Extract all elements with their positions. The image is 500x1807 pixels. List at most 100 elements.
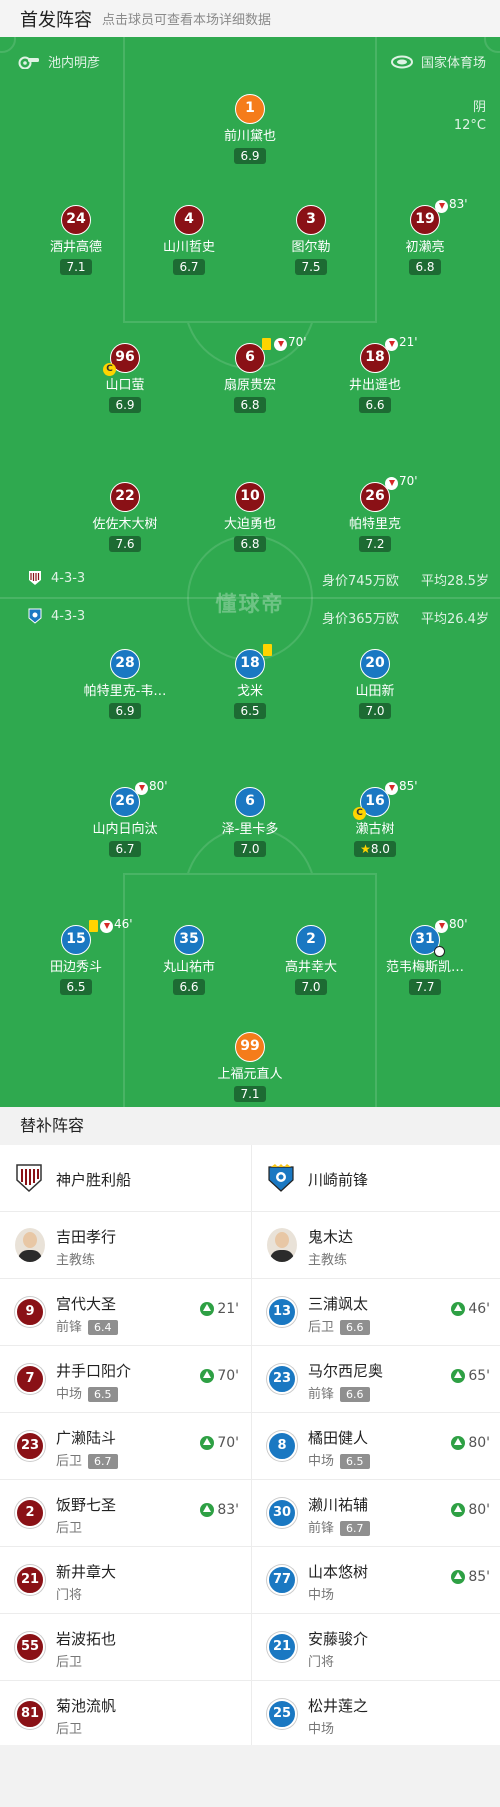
- home-team[interactable]: 神户胜利船: [0, 1145, 249, 1211]
- sub-player-away[interactable]: 21 安藤骏介 门将: [251, 1614, 500, 1680]
- sub-in-arrow-icon: [451, 1436, 466, 1450]
- sub-in-arrow-icon: [451, 1570, 466, 1584]
- player-name: 泽-里卡多: [221, 822, 279, 837]
- player-rating: 6.8: [409, 259, 441, 275]
- player-rating: 7.0: [359, 703, 391, 719]
- captain-icon: C: [103, 363, 116, 376]
- position-text: 前锋: [308, 1521, 335, 1536]
- player-number: 30: [267, 1498, 297, 1528]
- star-icon: ★: [360, 842, 371, 856]
- referee-info: 池内明彦: [18, 52, 100, 71]
- player-number: 4: [174, 205, 204, 235]
- player-number: 21: [15, 1565, 45, 1595]
- sub-player-home[interactable]: 81 菊池流帆 后卫: [0, 1681, 249, 1747]
- player-position: 后卫: [56, 1722, 83, 1737]
- position-text: 前锋: [56, 1320, 83, 1335]
- player-away-gk[interactable]: 99 上福元直人 7.1: [180, 1032, 320, 1102]
- player-position: 后卫 6.7: [56, 1450, 118, 1469]
- captain-icon: C: [353, 807, 366, 820]
- away-coach[interactable]: 鬼木达 主教练: [251, 1212, 500, 1278]
- player-home[interactable]: 22 佐佐木大树 7.6: [55, 482, 195, 552]
- player-home[interactable]: 96 C 山口萤 6.9: [55, 343, 195, 413]
- player-home[interactable]: 26 70' 帕特里克 7.2: [305, 474, 445, 552]
- sub-player-home[interactable]: 2 饭野七圣 后卫 83': [0, 1480, 249, 1546]
- player-number: 24: [61, 205, 91, 235]
- player-rating: 6.7: [340, 1521, 370, 1536]
- stadium-info: 国家体育场: [390, 52, 486, 71]
- player-name: 上福元直人: [217, 1067, 283, 1082]
- sub-time: 70': [399, 474, 418, 488]
- player-home[interactable]: 10 大迫勇也 6.8: [180, 482, 320, 552]
- player-away[interactable]: 31 80' 范韦梅斯凯… 7.7: [355, 917, 495, 995]
- player-position: 前锋 6.6: [308, 1383, 370, 1402]
- weather-info: 阴 12°C: [454, 99, 486, 135]
- position-text: 前锋: [308, 1387, 335, 1402]
- stadium-icon: [390, 55, 413, 68]
- player-number: 1: [235, 94, 265, 124]
- player-home[interactable]: 4 山川哲史 6.7: [119, 205, 259, 275]
- sub-in-time: 70': [217, 1435, 239, 1451]
- coach-row: 吉田孝行 主教练 鬼木达 主教练: [0, 1212, 500, 1279]
- sub-player-away[interactable]: 8 橘田健人 中场 6.5 80': [251, 1413, 500, 1479]
- coach-role: 主教练: [308, 1253, 348, 1268]
- sub-player-away[interactable]: 77 山本悠树 中场 85': [251, 1547, 500, 1613]
- player-number: 2: [296, 925, 326, 955]
- home-coach[interactable]: 吉田孝行 主教练: [0, 1212, 249, 1278]
- player-name: 帕特里克: [348, 517, 401, 532]
- position-text: 中场: [308, 1454, 335, 1469]
- player-rating: 6.6: [359, 397, 391, 413]
- player-name: 橘田健人: [308, 1429, 369, 1447]
- sub-player-away[interactable]: 25 松井莲之 中场: [251, 1681, 500, 1747]
- sub-in-arrow-icon: [200, 1436, 215, 1450]
- player-number-text: 96: [115, 349, 135, 365]
- player-name: 山口萤: [105, 378, 145, 393]
- player-away[interactable]: 26 80' 山内日向汰 6.7: [55, 779, 195, 857]
- player-number: 25: [267, 1699, 297, 1729]
- player-number: 18: [235, 644, 272, 679]
- player-position: 前锋 6.4: [56, 1316, 118, 1335]
- player-number: 16 85' C: [353, 779, 418, 820]
- sub-time: 83': [449, 197, 468, 211]
- sub-player-home[interactable]: 7 井手口阳介 中场 6.5 70': [0, 1346, 249, 1412]
- player-name: 山川哲史: [162, 240, 215, 255]
- sub-player-away[interactable]: 13 三浦飒太 后卫 6.6 46': [251, 1279, 500, 1345]
- sub-in-arrow-icon: [200, 1302, 215, 1316]
- sub-out-icon: [100, 920, 113, 933]
- sub-player-home[interactable]: 9 宫代大圣 前锋 6.4 21': [0, 1279, 249, 1345]
- away-team-name: 川崎前锋: [308, 1171, 369, 1189]
- sub-player-home[interactable]: 21 新井章大 门将: [0, 1547, 249, 1613]
- player-home[interactable]: 19 83' 初濑亮 6.8: [355, 197, 495, 275]
- away-team[interactable]: 川崎前锋: [251, 1145, 500, 1211]
- player-number: 6 70': [235, 335, 307, 373]
- player-away[interactable]: 6 泽-里卡多 7.0: [180, 787, 320, 857]
- player-away[interactable]: 18 戈米 6.5: [180, 644, 320, 719]
- home-value: 身价745万欧: [322, 574, 399, 589]
- position-text: 中场: [56, 1387, 83, 1402]
- player-away[interactable]: 35 丸山祐市 6.6: [119, 925, 259, 995]
- player-number-text: 6: [245, 349, 255, 365]
- player-position: 后卫 6.6: [308, 1316, 370, 1335]
- subs-title: 替补阵容: [0, 1107, 500, 1145]
- player-number: 99: [235, 1032, 265, 1062]
- player-away[interactable]: 16 85' C 濑古树 ★8.0: [305, 779, 445, 857]
- player-name: 前川黛也: [223, 129, 276, 144]
- player-home[interactable]: 18 21' 井出遥也 6.6: [305, 335, 445, 413]
- sub-player-home[interactable]: 55 岩波拓也 后卫: [0, 1614, 249, 1680]
- player-away[interactable]: 28 帕特里克-韦… 6.9: [55, 649, 195, 719]
- player-name: 帕特里克-韦…: [83, 684, 167, 699]
- player-rating: 7.0: [295, 979, 327, 995]
- player-number: 2: [15, 1498, 45, 1528]
- sub-player-home[interactable]: 23 广濑陆斗 后卫 6.7 70': [0, 1413, 249, 1479]
- position-text: 后卫: [56, 1454, 83, 1469]
- sub-row: 55 岩波拓也 后卫 21 安藤骏介 门将: [0, 1614, 500, 1681]
- sub-player-away[interactable]: 23 马尔西尼奥 前锋 6.6 65': [251, 1346, 500, 1412]
- player-rating: 7.1: [234, 1086, 266, 1102]
- player-home[interactable]: 6 70' 扇原贵宏 6.8: [180, 335, 320, 413]
- player-home-gk[interactable]: 1 前川黛也 6.9: [180, 94, 320, 164]
- player-rating: 6.5: [340, 1454, 370, 1469]
- player-position: 中场: [308, 1722, 335, 1737]
- sub-in-time: 80': [468, 1435, 490, 1451]
- sub-player-away[interactable]: 30 濑川祐辅 前锋 6.7 80': [251, 1480, 500, 1546]
- sub-in: 70': [200, 1435, 239, 1451]
- player-away[interactable]: 20 山田新 7.0: [305, 649, 445, 719]
